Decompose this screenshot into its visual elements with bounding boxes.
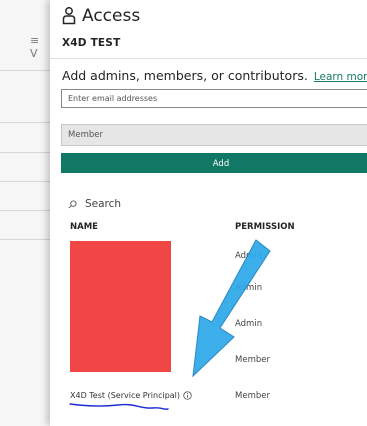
person-icon [62,7,76,25]
add-button[interactable]: Add [61,153,367,173]
filter-lines-icon: ≡ V [30,34,40,60]
email-input[interactable] [61,89,367,108]
panel-title: Access [82,6,141,26]
permission-value: Member [235,391,270,401]
background-page: ≡ V [0,0,50,426]
column-header-name: NAME [70,222,98,232]
redaction-box [70,241,171,372]
workspace-name: X4D TEST [62,37,121,49]
panel-header: Access [62,6,140,26]
search-icon [68,199,77,208]
background-divider [0,239,50,240]
permission-value: Member [235,355,270,365]
learn-more-link[interactable]: Learn more [314,71,367,83]
add-heading-text: Add admins, members, or contributors. [62,68,308,83]
info-icon[interactable] [183,391,192,400]
header-divider [50,58,367,59]
background-divider [0,70,50,71]
service-principal-name: X4D Test (Service Principal) [70,391,192,400]
role-dropdown[interactable]: Member [61,124,367,146]
column-header-permission: PERMISSION [235,222,295,232]
member-name: X4D Test (Service Principal) [70,391,181,400]
permission-value: Admin [235,283,263,293]
background-divider [0,152,50,153]
background-divider [0,210,50,211]
background-divider [0,181,50,182]
search-box[interactable]: Search [68,198,121,210]
background-divider [0,122,50,123]
permission-value: Admin [235,319,263,329]
search-label: Search [85,198,122,210]
access-panel: Access X4D TEST Add admins, members, or … [50,0,367,426]
permission-value: Admin [235,251,263,261]
add-heading: Add admins, members, or contributors. Le… [62,68,367,83]
